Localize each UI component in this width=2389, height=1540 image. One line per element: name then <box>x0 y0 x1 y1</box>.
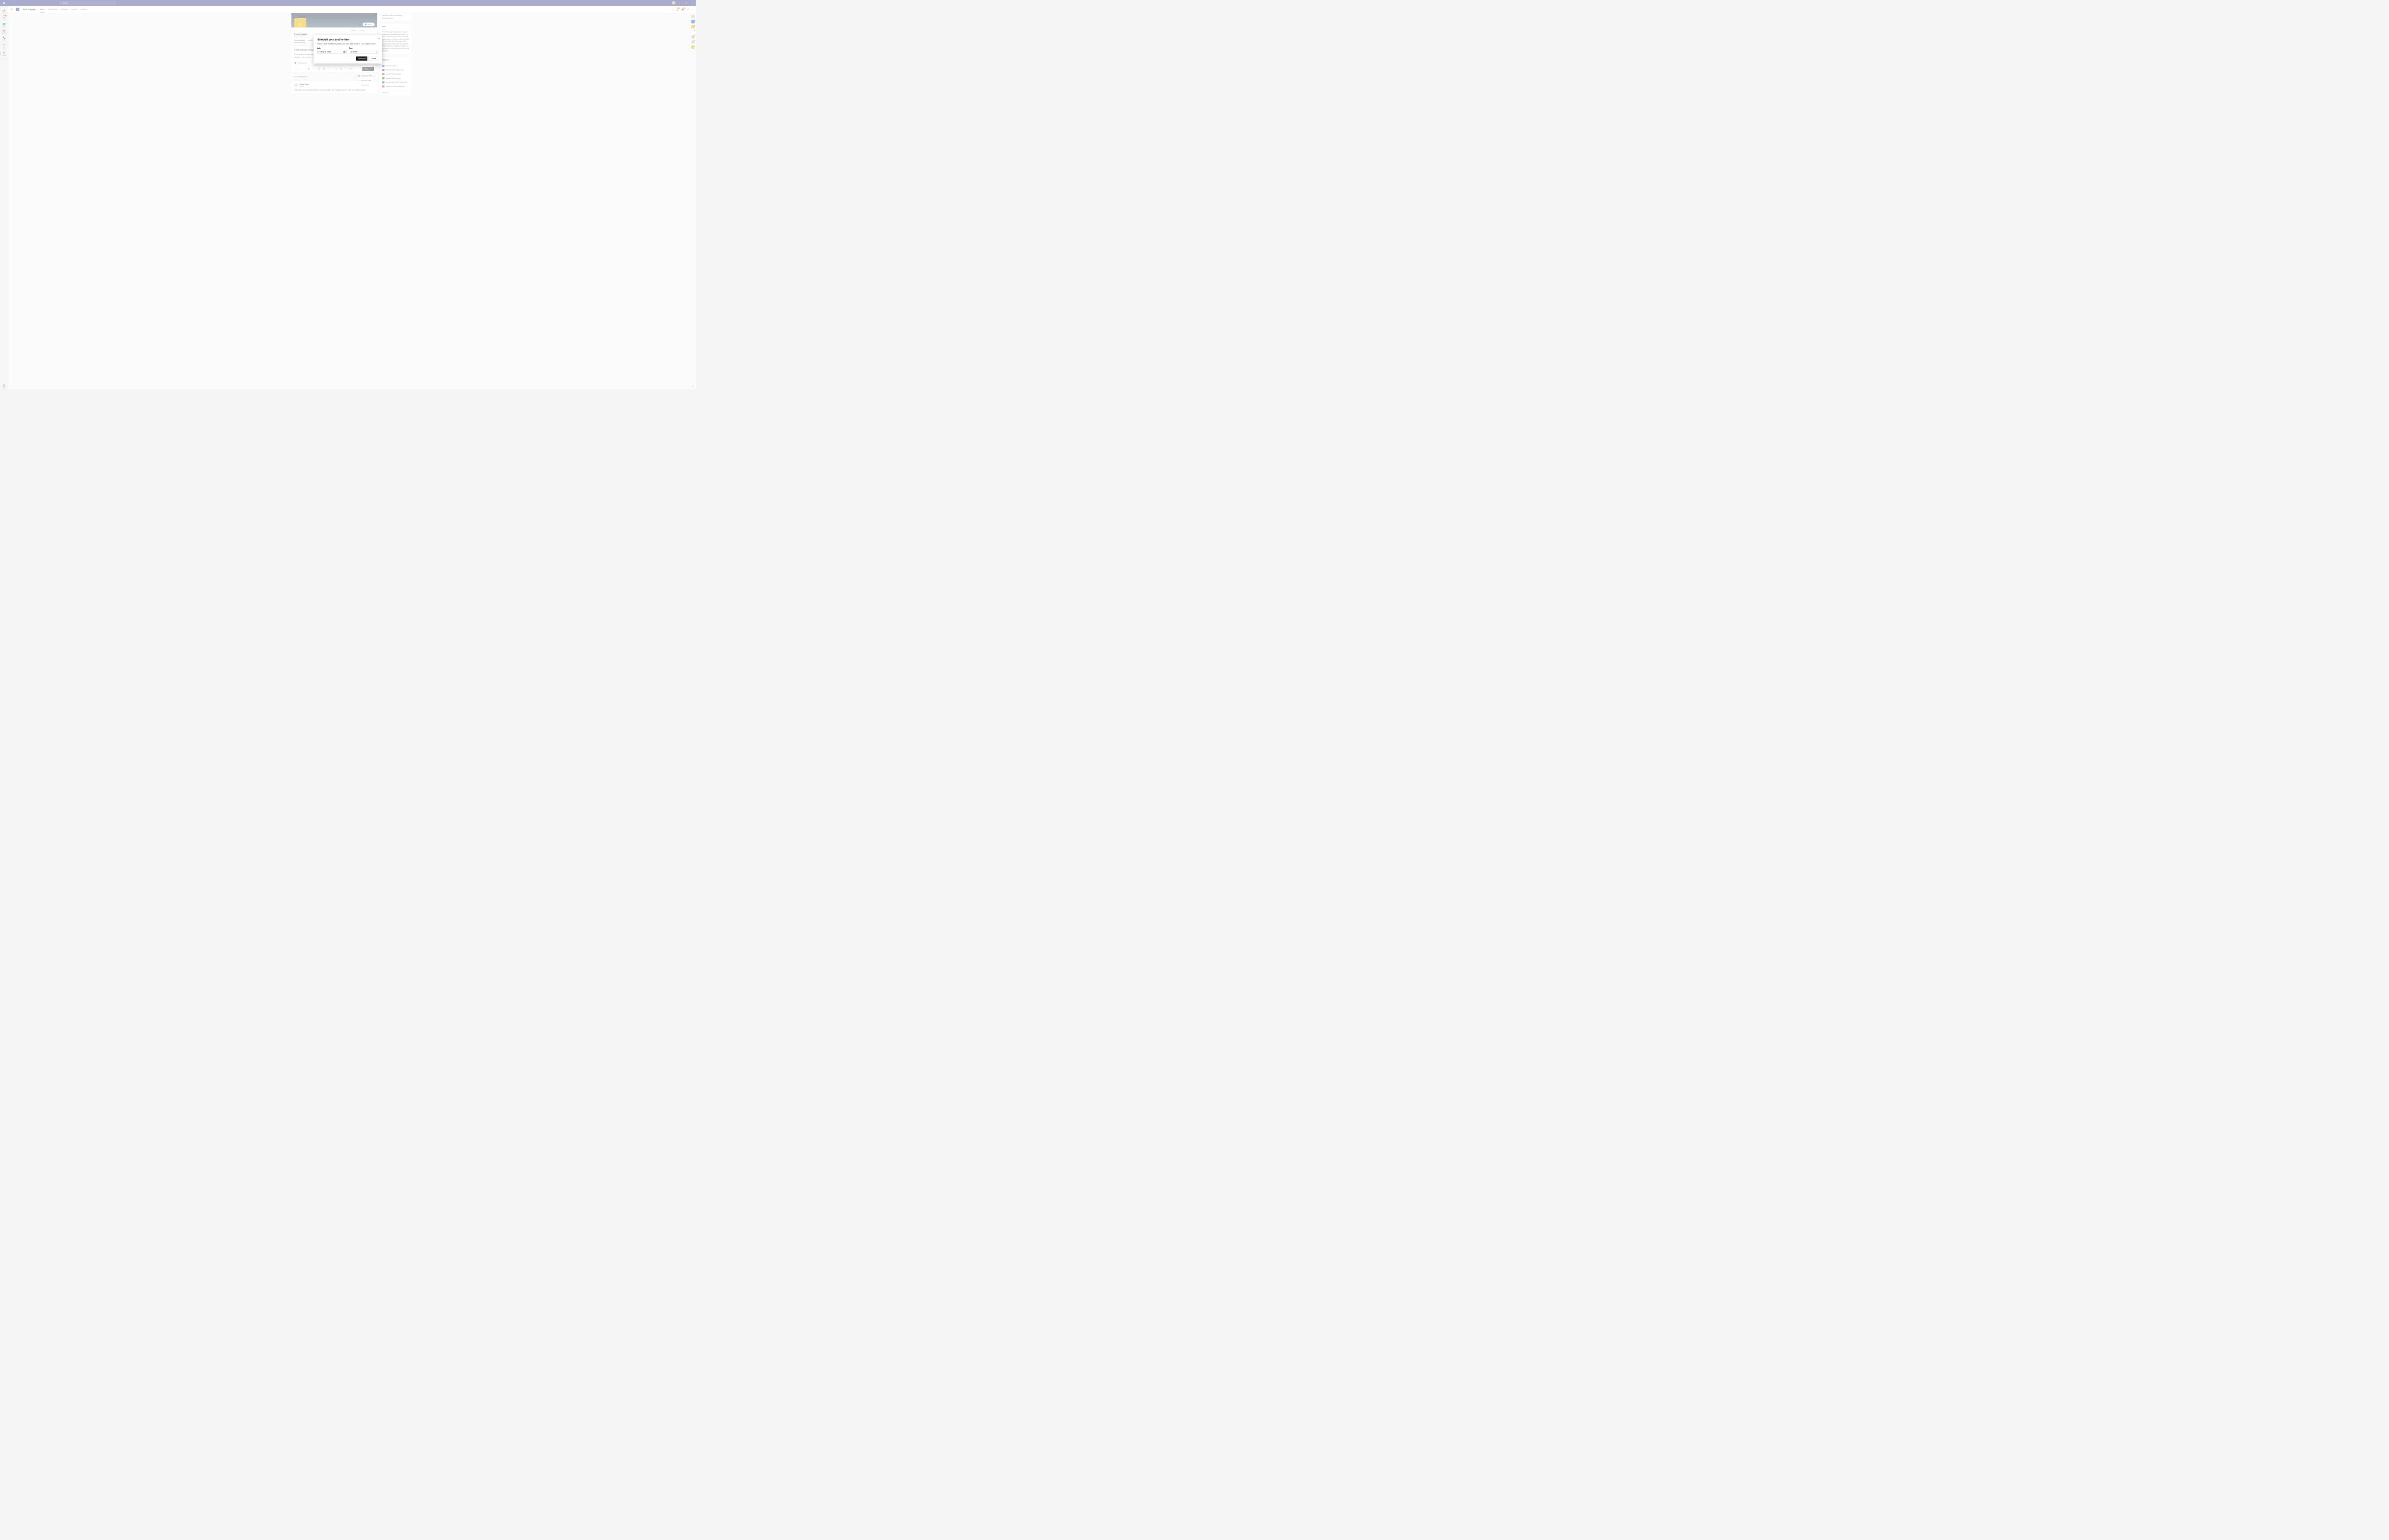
cursor-highlight-icon <box>365 57 367 60</box>
modal-title: Schedule your post for later <box>317 38 378 41</box>
calendar-picker-icon[interactable]: 🗓 <box>344 51 345 53</box>
modal-subtitle: Select a date and time to publish your p… <box>317 43 378 45</box>
time-input[interactable]: 12:00 AM ▾ <box>349 50 378 54</box>
date-input[interactable]: Fri Aug 30 2023 🗓 <box>317 50 347 54</box>
schedule-modal: ✕ Schedule your post for later Select a … <box>314 35 382 64</box>
time-label: Time <box>349 47 378 49</box>
cancel-button[interactable]: Cancel <box>368 56 378 61</box>
schedule-button[interactable]: Schedule <box>356 56 367 61</box>
date-label: Date <box>317 47 347 49</box>
close-icon[interactable]: ✕ <box>378 37 380 40</box>
